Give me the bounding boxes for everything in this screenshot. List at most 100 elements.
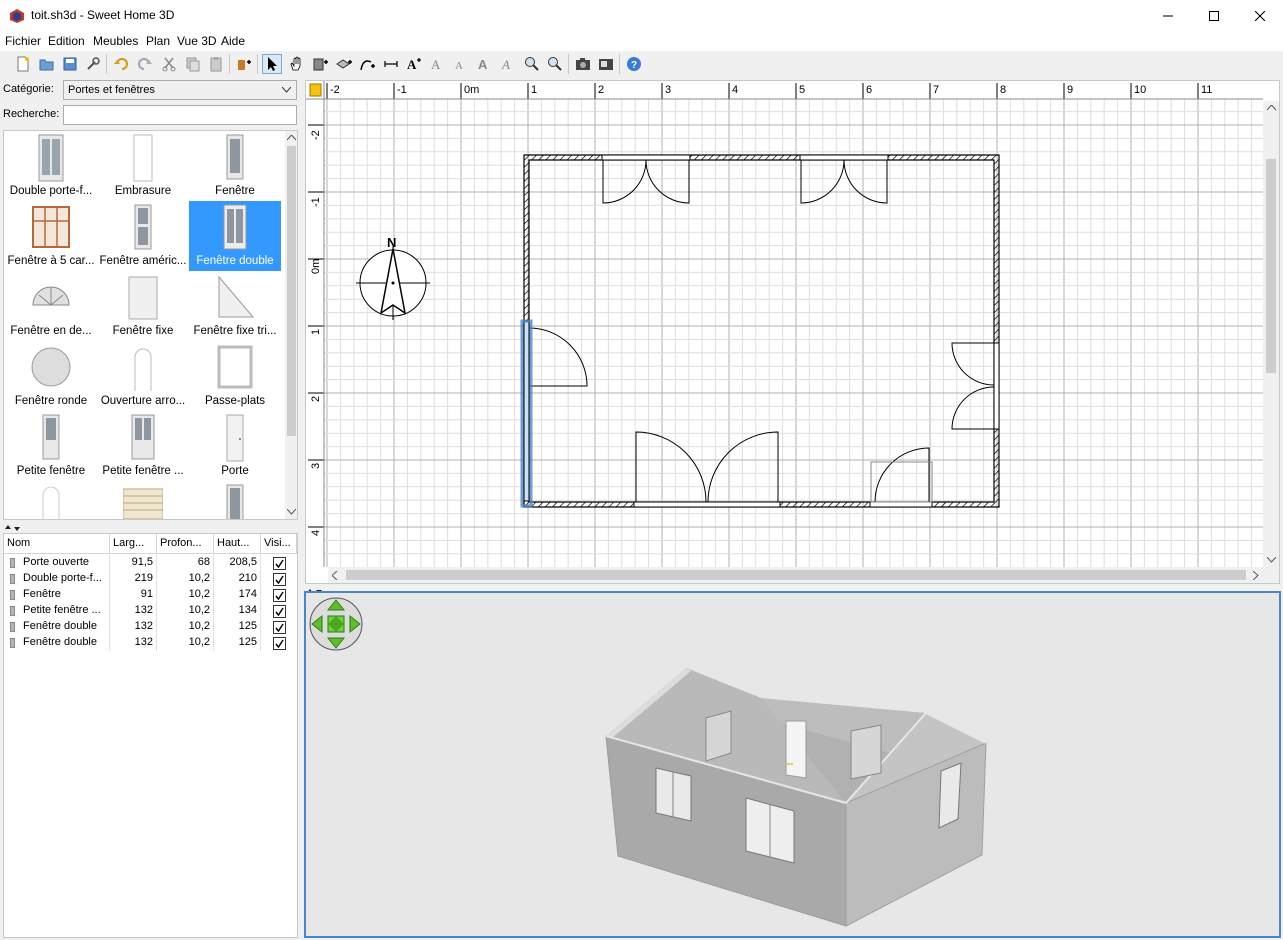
minimize-button[interactable] <box>1145 0 1191 31</box>
help-icon[interactable]: ? <box>624 54 644 74</box>
add-text-icon[interactable]: A <box>404 54 424 74</box>
menu-meubles[interactable]: Meubles <box>93 34 138 48</box>
plan-canvas[interactable]: -2 -1 0m 1 2 3 4 5 6 7 8 9 10 11 -2 -1 0m 1 2 3 4 <box>306 81 1279 583</box>
ruler-x-label: 5 <box>799 84 805 96</box>
menu-aide[interactable]: Aide <box>221 34 245 48</box>
cell-name: Fenêtre <box>4 587 110 603</box>
menu-edition[interactable]: Edition <box>48 34 85 48</box>
open-file-icon[interactable] <box>37 54 57 74</box>
plan-horizontal-scrollbar[interactable] <box>328 567 1263 583</box>
table-row[interactable]: Petite fenêtre ... 132 10,2 134 <box>4 603 297 619</box>
cell-width: 132 <box>110 619 157 635</box>
scroll-left-icon[interactable] <box>332 571 338 580</box>
menu-vue3d[interactable]: Vue 3D <box>177 34 217 48</box>
3d-canvas[interactable] <box>306 593 1279 936</box>
add-furniture-icon[interactable] <box>234 54 254 74</box>
cut-icon[interactable] <box>159 54 179 74</box>
catalog-splitter[interactable] <box>3 521 298 531</box>
bold-text-icon[interactable]: A <box>475 54 495 74</box>
column-header-depth[interactable]: Profon... <box>157 534 214 554</box>
catalog-item[interactable]: Fenêtre fixe tri... <box>189 271 281 341</box>
column-header-height[interactable]: Haut... <box>214 534 261 554</box>
catalog-item[interactable]: Fenêtre fixe <box>97 271 189 341</box>
catalog-scrollbar[interactable] <box>285 131 297 519</box>
scroll-down-icon[interactable] <box>287 509 296 515</box>
close-button[interactable] <box>1237 0 1283 31</box>
3d-view[interactable] <box>304 591 1281 938</box>
preferences-icon[interactable] <box>83 54 103 74</box>
zoom-in-icon[interactable] <box>522 54 542 74</box>
paste-icon[interactable] <box>206 54 226 74</box>
column-header-visible[interactable]: Visi... <box>261 534 297 554</box>
table-row[interactable]: Fenêtre 91 10,2 174 <box>4 587 297 603</box>
create-polylines-icon[interactable] <box>357 54 377 74</box>
furniture-catalog[interactable]: Double porte-f... Embrasure Fenêtre Fenê… <box>3 130 298 520</box>
catalog-item[interactable]: Porte <box>189 411 281 481</box>
visible-checkbox[interactable] <box>273 557 286 570</box>
door-swings[interactable] <box>528 159 995 503</box>
scroll-right-icon[interactable] <box>1253 571 1259 580</box>
create-dimensions-icon[interactable] <box>381 54 401 74</box>
cell-name: Fenêtre double <box>4 619 110 635</box>
italic-text-icon[interactable]: A <box>498 54 518 74</box>
catalog-item[interactable]: Ouverture arro... <box>97 341 189 411</box>
catalog-item-selected[interactable]: Fenêtre double <box>189 201 281 271</box>
visible-checkbox[interactable] <box>273 605 286 618</box>
table-row[interactable]: Porte ouverte 91,5 68 208,5 <box>4 555 297 571</box>
create-walls-icon[interactable] <box>310 54 330 74</box>
catalog-item[interactable]: Double porte-f... <box>5 131 97 201</box>
plan-grid <box>324 99 1263 567</box>
save-icon[interactable] <box>60 54 80 74</box>
plan-3d-splitter[interactable] <box>305 584 1280 594</box>
visible-checkbox[interactable] <box>273 589 286 602</box>
visible-checkbox[interactable] <box>273 573 286 586</box>
visible-checkbox[interactable] <box>273 637 286 650</box>
catalog-item[interactable] <box>189 481 281 519</box>
catalog-item[interactable] <box>97 481 189 519</box>
undo-icon[interactable] <box>111 54 131 74</box>
category-select[interactable]: Portes et fenêtres <box>63 80 297 100</box>
table-row[interactable]: Fenêtre double 132 10,2 125 <box>4 635 297 651</box>
catalog-item[interactable]: Fenêtre en de... <box>5 271 97 341</box>
video-icon[interactable] <box>596 54 616 74</box>
furniture-table[interactable]: Nom Larg... Profon... Haut... Visi... Po… <box>3 533 298 938</box>
new-file-icon[interactable] <box>13 54 33 74</box>
menu-plan[interactable]: Plan <box>146 34 170 48</box>
catalog-scrollbar-thumb[interactable] <box>287 146 296 436</box>
plan-vertical-scrollbar[interactable] <box>1263 101 1279 583</box>
copy-icon[interactable] <box>183 54 203 74</box>
redo-icon[interactable] <box>135 54 155 74</box>
scroll-up-icon[interactable] <box>1267 105 1276 111</box>
scroll-up-icon[interactable] <box>287 135 296 141</box>
table-row[interactable]: Fenêtre double 132 10,2 125 <box>4 619 297 635</box>
catalog-item[interactable]: Fenêtre à 5 car... <box>5 201 97 271</box>
visible-checkbox[interactable] <box>273 621 286 634</box>
select-icon[interactable] <box>262 54 282 74</box>
maximize-button[interactable] <box>1191 0 1237 31</box>
scroll-down-icon[interactable] <box>1267 557 1276 563</box>
catalog-item[interactable] <box>5 481 97 519</box>
catalog-item[interactable]: Fenêtre améric... <box>97 201 189 271</box>
menu-fichier[interactable]: Fichier <box>5 34 41 48</box>
table-row[interactable]: Double porte-f... 219 10,2 210 <box>4 571 297 587</box>
column-header-width[interactable]: Larg... <box>110 534 157 554</box>
increase-text-size-icon[interactable]: A <box>428 54 448 74</box>
zoom-out-icon[interactable] <box>545 54 565 74</box>
catalog-item-label: Fenêtre améric... <box>99 255 187 267</box>
photo-icon[interactable] <box>573 54 593 74</box>
catalog-item[interactable]: Fenêtre <box>189 131 281 201</box>
catalog-item[interactable]: Petite fenêtre <box>5 411 97 481</box>
catalog-item[interactable]: Passe-plats <box>189 341 281 411</box>
column-header-name[interactable]: Nom <box>4 534 110 554</box>
pan-icon[interactable] <box>286 54 306 74</box>
plan-view[interactable]: -2 -1 0m 1 2 3 4 5 6 7 8 9 10 11 -2 -1 0m 1 2 3 4 <box>305 80 1280 584</box>
plan-vscroll-thumb[interactable] <box>1266 159 1276 373</box>
search-input[interactable] <box>63 105 297 125</box>
catalog-item[interactable]: Petite fenêtre ... <box>97 411 189 481</box>
decrease-text-size-icon[interactable]: A <box>451 54 471 74</box>
navigation-arrows-icon[interactable] <box>309 597 363 651</box>
plan-hscroll-thumb[interactable] <box>346 570 1246 580</box>
create-rooms-icon[interactable] <box>334 54 354 74</box>
catalog-item[interactable]: Fenêtre ronde <box>5 341 97 411</box>
catalog-item[interactable]: Embrasure <box>97 131 189 201</box>
